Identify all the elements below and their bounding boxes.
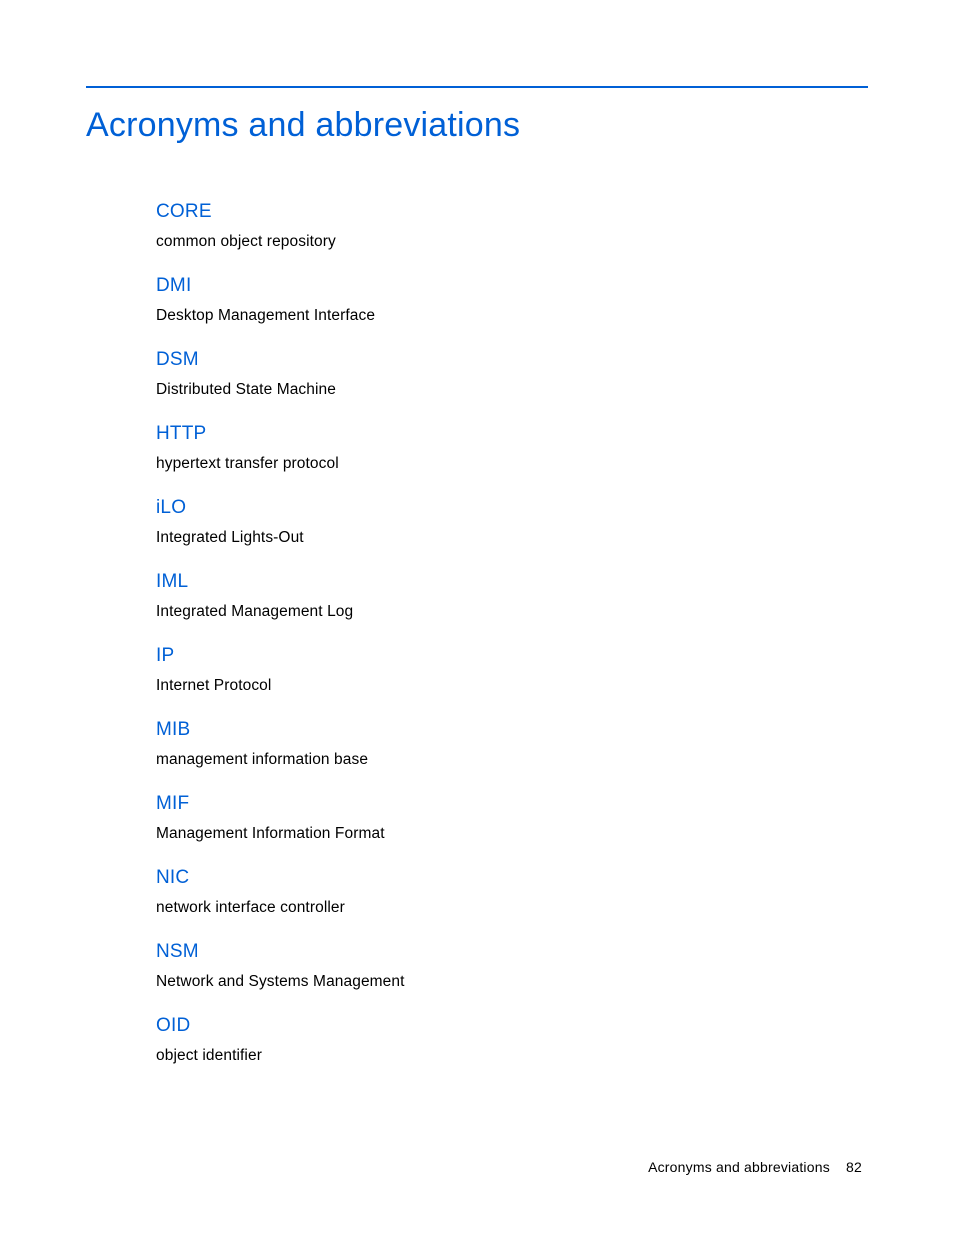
glossary-term: iLO: [156, 497, 868, 519]
glossary-entry: MIB management information base: [156, 719, 868, 769]
glossary-definition: object identifier: [156, 1047, 868, 1065]
glossary-term: CORE: [156, 201, 868, 223]
page-footer: Acronyms and abbreviations 82: [648, 1159, 862, 1175]
glossary-entry: iLO Integrated Lights-Out: [156, 497, 868, 547]
horizontal-rule: [86, 86, 868, 88]
glossary-definition: management information base: [156, 751, 868, 769]
glossary-term: HTTP: [156, 423, 868, 445]
glossary-definition: Integrated Management Log: [156, 603, 868, 621]
glossary-definition: common object repository: [156, 233, 868, 251]
glossary-entry: NIC network interface controller: [156, 867, 868, 917]
glossary-entry: NSM Network and Systems Management: [156, 941, 868, 991]
glossary-definition: Distributed State Machine: [156, 381, 868, 399]
glossary-entry: DMI Desktop Management Interface: [156, 275, 868, 325]
glossary-entry: MIF Management Information Format: [156, 793, 868, 843]
glossary-term: MIF: [156, 793, 868, 815]
footer-section-label: Acronyms and abbreviations: [648, 1159, 830, 1175]
page-title: Acronyms and abbreviations: [86, 106, 868, 145]
glossary-definition: Desktop Management Interface: [156, 307, 868, 325]
glossary-term: DMI: [156, 275, 868, 297]
entries-list: CORE common object repository DMI Desktop M…: [156, 201, 868, 1065]
glossary-definition: Integrated Lights-Out: [156, 529, 868, 547]
glossary-term: OID: [156, 1015, 868, 1037]
glossary-term: NSM: [156, 941, 868, 963]
glossary-term: DSM: [156, 349, 868, 371]
glossary-term: IP: [156, 645, 868, 667]
glossary-definition: Internet Protocol: [156, 677, 868, 695]
glossary-term: NIC: [156, 867, 868, 889]
glossary-term: IML: [156, 571, 868, 593]
glossary-definition: Management Information Format: [156, 825, 868, 843]
glossary-definition: hypertext transfer protocol: [156, 455, 868, 473]
document-page: Acronyms and abbreviations CORE common ob…: [0, 0, 954, 1149]
glossary-entry: IML Integrated Management Log: [156, 571, 868, 621]
glossary-entry: IP Internet Protocol: [156, 645, 868, 695]
glossary-term: MIB: [156, 719, 868, 741]
glossary-entry: OID object identifier: [156, 1015, 868, 1065]
glossary-definition: Network and Systems Management: [156, 973, 868, 991]
footer-page-number: 82: [846, 1159, 862, 1175]
glossary-definition: network interface controller: [156, 899, 868, 917]
glossary-entry: DSM Distributed State Machine: [156, 349, 868, 399]
glossary-entry: HTTP hypertext transfer protocol: [156, 423, 868, 473]
glossary-entry: CORE common object repository: [156, 201, 868, 251]
